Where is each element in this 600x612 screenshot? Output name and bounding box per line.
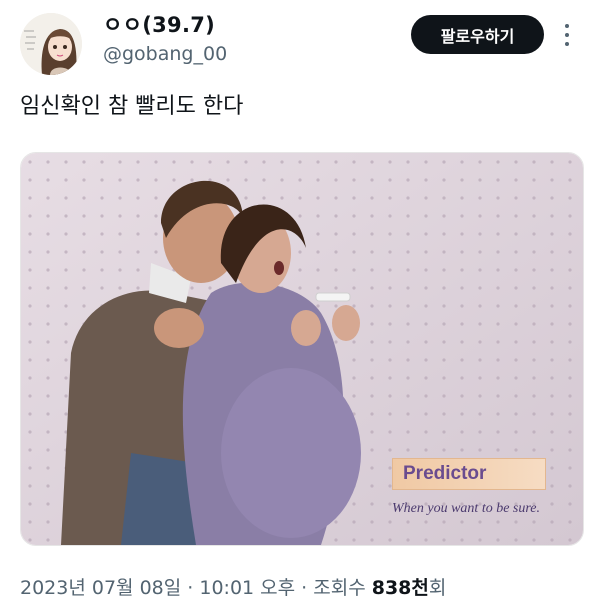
avatar-image <box>20 13 82 75</box>
views-label: 조회수 <box>313 577 372 599</box>
ad-tagline: When you want to be sure. <box>392 501 541 516</box>
follow-button[interactable]: 팔로우하기 <box>411 15 544 54</box>
tweet-date[interactable]: 2023년 07월 08일 <box>20 577 181 599</box>
meta-separator: · <box>295 577 314 599</box>
user-handle[interactable]: @gobang_00 <box>103 41 227 67</box>
tweet-time[interactable]: 10:01 오후 <box>199 577 295 599</box>
tweet-media-image[interactable]: Predictor When you want to be sure. <box>20 152 584 546</box>
tweet-text: 임신확인 참 빨리도 한다 <box>20 94 244 119</box>
views-count: 838천 <box>371 577 429 599</box>
avatar[interactable] <box>20 13 82 75</box>
brand-name: Predictor <box>403 463 487 484</box>
more-dot <box>565 24 569 28</box>
more-dot <box>565 33 569 37</box>
ad-brand-label: Predictor <box>392 458 546 490</box>
more-vertical-icon[interactable] <box>560 24 574 46</box>
display-name[interactable]: ㅇㅇ(39.7) <box>103 12 227 38</box>
author-info[interactable]: ㅇㅇ(39.7) @gobang_00 <box>103 12 227 67</box>
more-dot <box>565 42 569 46</box>
tweet-meta: 2023년 07월 08일 · 10:01 오후 · 조회수 838천회 <box>20 573 446 600</box>
views-suffix: 회 <box>428 577 447 599</box>
meta-separator: · <box>181 577 200 599</box>
